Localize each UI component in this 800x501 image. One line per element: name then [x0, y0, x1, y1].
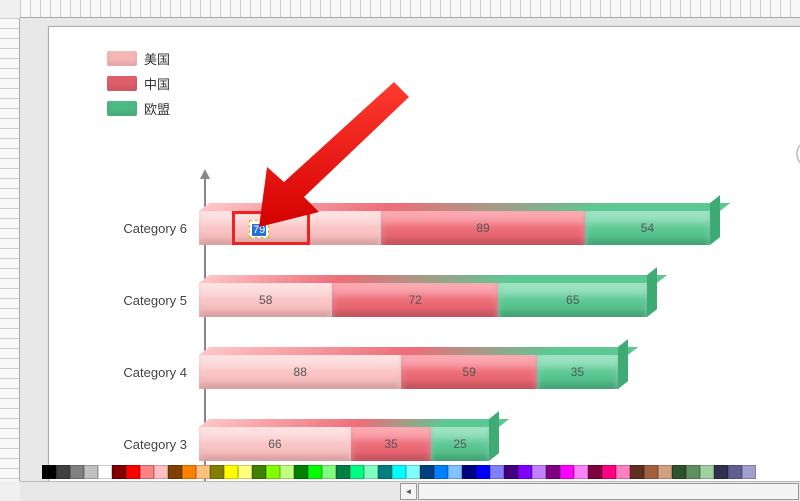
palette-swatch[interactable]: [266, 465, 280, 479]
palette-swatch[interactable]: [112, 465, 126, 479]
palette-swatch[interactable]: [574, 465, 588, 479]
bar-segment[interactable]: 59: [401, 355, 537, 389]
palette-swatch[interactable]: [238, 465, 252, 479]
bar-segment[interactable]: 88: [199, 355, 401, 389]
palette-swatch[interactable]: [364, 465, 378, 479]
bar-segment[interactable]: 25: [431, 427, 489, 461]
chart-row[interactable]: Category 4885935: [49, 351, 618, 393]
palette-swatch[interactable]: [252, 465, 266, 479]
legend-label: 美国: [144, 49, 170, 68]
stacked-bar[interactable]: 8954: [199, 211, 710, 245]
palette-swatch[interactable]: [742, 465, 756, 479]
stacked-bar[interactable]: 663525: [199, 427, 489, 461]
palette-swatch[interactable]: [308, 465, 322, 479]
palette-swatch[interactable]: [196, 465, 210, 479]
legend-label: 欧盟: [144, 99, 170, 118]
legend-swatch: [107, 51, 137, 66]
color-palette[interactable]: [42, 465, 800, 479]
palette-swatch[interactable]: [504, 465, 518, 479]
bar-segment[interactable]: 58: [199, 283, 332, 317]
palette-swatch[interactable]: [378, 465, 392, 479]
palette-swatch[interactable]: [294, 465, 308, 479]
bar-segment[interactable]: 35: [351, 427, 432, 461]
edit-value-input[interactable]: 79: [249, 220, 269, 238]
bar-segment[interactable]: 72: [332, 283, 498, 317]
palette-swatch[interactable]: [728, 465, 742, 479]
page[interactable]: 美国 中国 欧盟 Category 68954Category 5587265C…: [48, 26, 800, 481]
palette-swatch[interactable]: [532, 465, 546, 479]
palette-swatch[interactable]: [490, 465, 504, 479]
legend: 美国 中国 欧盟: [107, 49, 170, 124]
palette-swatch[interactable]: [140, 465, 154, 479]
palette-swatch[interactable]: [588, 465, 602, 479]
ruler-vertical[interactable]: [0, 18, 20, 481]
palette-swatch[interactable]: [546, 465, 560, 479]
ruler-horizontal[interactable]: [20, 0, 800, 18]
palette-swatch[interactable]: [420, 465, 434, 479]
palette-swatch[interactable]: [336, 465, 350, 479]
legend-swatch: [107, 76, 137, 91]
palette-swatch[interactable]: [700, 465, 714, 479]
legend-label: 中国: [144, 74, 170, 93]
palette-swatch[interactable]: [280, 465, 294, 479]
palette-swatch[interactable]: [602, 465, 616, 479]
scroll-track[interactable]: [418, 483, 799, 500]
bar-segment[interactable]: [199, 211, 381, 245]
palette-swatch[interactable]: [462, 465, 476, 479]
palette-swatch[interactable]: [560, 465, 574, 479]
palette-swatch[interactable]: [154, 465, 168, 479]
palette-swatch[interactable]: [616, 465, 630, 479]
palette-swatch[interactable]: [56, 465, 70, 479]
palette-swatch[interactable]: [406, 465, 420, 479]
stacked-bar[interactable]: 587265: [199, 283, 647, 317]
bar-segment[interactable]: 54: [585, 211, 709, 245]
palette-swatch[interactable]: [182, 465, 196, 479]
palette-swatch[interactable]: [672, 465, 686, 479]
palette-swatch[interactable]: [644, 465, 658, 479]
palette-swatch[interactable]: [350, 465, 364, 479]
bar-segment[interactable]: 35: [537, 355, 618, 389]
palette-swatch[interactable]: [210, 465, 224, 479]
legend-item[interactable]: 欧盟: [107, 99, 170, 118]
palette-swatch[interactable]: [126, 465, 140, 479]
chart-row[interactable]: Category 5587265: [49, 279, 647, 321]
palette-swatch[interactable]: [434, 465, 448, 479]
category-label: Category 4: [49, 365, 199, 380]
horizontal-scrollbar[interactable]: ◄: [20, 481, 800, 501]
category-label: Category 6: [49, 221, 199, 236]
palette-swatch[interactable]: [70, 465, 84, 479]
chart-row[interactable]: Category 3663525: [49, 423, 489, 465]
palette-swatch[interactable]: [84, 465, 98, 479]
chart-area: Category 68954Category 5587265Category 4…: [49, 207, 800, 481]
palette-swatch[interactable]: [448, 465, 462, 479]
bar-segment[interactable]: 89: [381, 211, 586, 245]
palette-swatch[interactable]: [392, 465, 406, 479]
palette-swatch[interactable]: [224, 465, 238, 479]
bar-segment[interactable]: 66: [199, 427, 351, 461]
palette-swatch[interactable]: [168, 465, 182, 479]
legend-item[interactable]: 中国: [107, 74, 170, 93]
legend-item[interactable]: 美国: [107, 49, 170, 68]
palette-swatch[interactable]: [476, 465, 490, 479]
chart-row[interactable]: Category 68954: [49, 207, 710, 249]
palette-swatch[interactable]: [518, 465, 532, 479]
bar-segment[interactable]: 65: [498, 283, 648, 317]
palette-swatch[interactable]: [42, 465, 56, 479]
palette-swatch[interactable]: [630, 465, 644, 479]
palette-swatch[interactable]: [686, 465, 700, 479]
callout-cloud[interactable]: Ed to: [767, 87, 800, 207]
palette-swatch[interactable]: [658, 465, 672, 479]
stacked-bar[interactable]: 885935: [199, 355, 618, 389]
palette-swatch[interactable]: [714, 465, 728, 479]
palette-swatch[interactable]: [98, 465, 112, 479]
legend-swatch: [107, 101, 137, 116]
canvas[interactable]: 美国 中国 欧盟 Category 68954Category 5587265C…: [20, 18, 800, 481]
palette-swatch[interactable]: [322, 465, 336, 479]
category-label: Category 5: [49, 293, 199, 308]
scroll-left-button[interactable]: ◄: [400, 483, 417, 500]
category-label: Category 3: [49, 437, 199, 452]
